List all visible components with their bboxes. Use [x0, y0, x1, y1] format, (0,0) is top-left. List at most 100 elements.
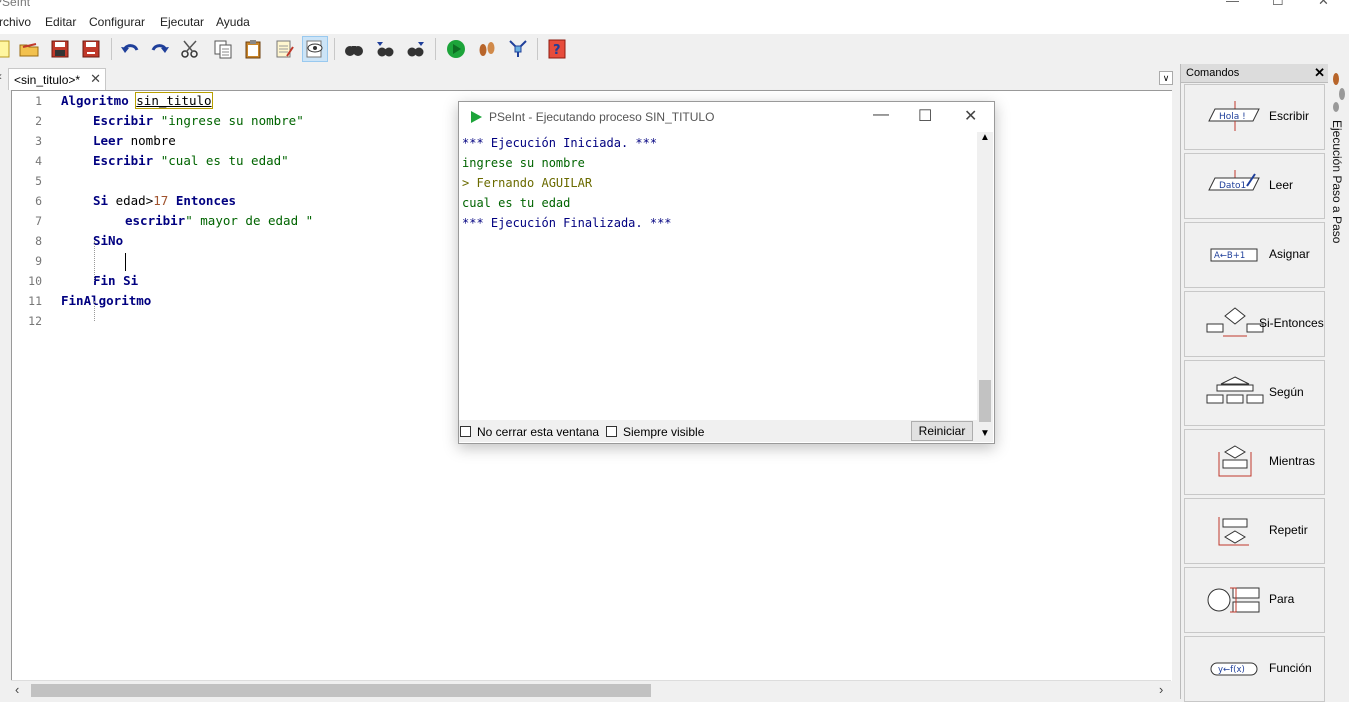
command-funci-n-button[interactable]: y←f(x) Función — [1184, 636, 1325, 702]
line-number: 9 — [35, 254, 42, 268]
console-vertical-scrollbar[interactable]: ▲ ▼ — [977, 132, 993, 442]
run-icon — [471, 111, 482, 123]
open-folder-icon[interactable] — [16, 36, 42, 62]
always-visible-checkbox[interactable] — [606, 426, 617, 437]
command-para-button[interactable]: Para — [1184, 567, 1325, 633]
command-label: Asignar — [1269, 247, 1310, 261]
svg-text:?: ? — [553, 43, 561, 58]
close-icon[interactable]: ✕ — [1318, 0, 1329, 9]
menu-archivo[interactable]: Archivo — [0, 15, 31, 29]
code-text: Fin Si — [93, 273, 139, 288]
step-by-step-side-tab[interactable]: Ejecución Paso a Paso — [1328, 64, 1349, 699]
new-file-icon[interactable] — [0, 36, 16, 62]
help-icon[interactable]: ? — [544, 36, 570, 62]
menu-ejecutar[interactable]: Ejecutar — [160, 15, 204, 29]
command-label: Para — [1269, 592, 1295, 606]
code-text: Escribir "cual es tu edad" — [93, 153, 289, 168]
execution-window: PSeInt - Ejecutando proceso SIN_TITULO —… — [458, 101, 995, 444]
tab-list-dropdown-icon[interactable]: ∨ — [1159, 71, 1173, 85]
no-close-checkbox[interactable] — [460, 426, 471, 437]
find-previous-icon[interactable] — [372, 36, 398, 62]
execution-window-title: PSeInt - Ejecutando proceso SIN_TITULO — [489, 110, 715, 124]
line-number: 4 — [35, 154, 42, 168]
step-by-step-icon[interactable] — [474, 36, 500, 62]
toolbar-separator — [111, 38, 112, 60]
read-icon: Dato1 — [1205, 168, 1265, 204]
redo-icon[interactable] — [147, 36, 173, 62]
maximize-icon[interactable]: ☐ — [1272, 0, 1284, 9]
command-leer-button[interactable]: Dato1 Leer — [1184, 153, 1325, 219]
write-icon: Hola ! — [1205, 99, 1265, 135]
scroll-up-icon[interactable]: ▲ — [980, 132, 990, 143]
maximize-icon[interactable]: ☐ — [918, 106, 932, 126]
indent-guide — [94, 301, 95, 321]
console-line: *** Ejecución Finalizada. *** — [462, 216, 672, 230]
command-asignar-button[interactable]: A←B+1 Asignar — [1184, 222, 1325, 288]
restart-button[interactable]: Reiniciar — [911, 421, 973, 441]
scrollbar-thumb[interactable] — [979, 380, 991, 422]
tab-scroll-left-icon[interactable]: ‹ — [0, 69, 2, 83]
flowchart-icon[interactable] — [505, 36, 531, 62]
save-as-icon[interactable] — [78, 36, 104, 62]
menu-configurar[interactable]: Configurar — [89, 15, 145, 29]
svg-text:Dato1: Dato1 — [1219, 181, 1246, 191]
save-icon[interactable] — [47, 36, 73, 62]
execution-options-bar: No cerrar esta ventana Siempre visible R… — [459, 420, 977, 442]
find-next-icon[interactable] — [403, 36, 429, 62]
repeat-icon — [1205, 513, 1265, 549]
line-number: 3 — [35, 134, 42, 148]
close-tab-icon[interactable]: ✕ — [90, 71, 101, 87]
paste-icon[interactable] — [240, 36, 266, 62]
command-si-entonces-button[interactable]: Si-Entonces — [1184, 291, 1325, 357]
horizontal-scrollbar[interactable]: ‹ › — [11, 680, 1171, 700]
edit-icon[interactable] — [271, 36, 297, 62]
command-mientras-button[interactable]: Mientras — [1184, 429, 1325, 495]
command-label: Según — [1269, 385, 1304, 399]
console-output[interactable]: *** Ejecución Iniciada. *** ingrese su no… — [459, 132, 977, 420]
scroll-right-icon[interactable]: › — [1159, 682, 1163, 697]
close-panel-icon[interactable]: ✕ — [1314, 65, 1325, 81]
indent-guide — [94, 241, 95, 281]
line-number: 5 — [35, 174, 42, 188]
command-escribir-button[interactable]: Hola ! Escribir — [1184, 84, 1325, 150]
tab-sin-titulo[interactable]: <sin_titulo>* ✕ — [8, 68, 106, 90]
command-label: Si-Entonces — [1259, 316, 1324, 330]
command-label: Escribir — [1269, 109, 1310, 123]
line-number: 10 — [28, 274, 42, 288]
inspect-icon[interactable] — [302, 36, 328, 62]
svg-text:y←f(x): y←f(x) — [1218, 665, 1245, 675]
console-line: > Fernando AGUILAR — [462, 176, 593, 190]
commands-title: Comandos — [1186, 67, 1240, 79]
cut-icon[interactable] — [177, 36, 203, 62]
scrollbar-thumb[interactable] — [31, 684, 651, 697]
line-number: 7 — [35, 214, 42, 228]
menu-ayuda[interactable]: Ayuda — [216, 15, 250, 29]
undo-icon[interactable] — [117, 36, 143, 62]
minimize-icon[interactable]: — — [873, 106, 889, 124]
command-label: Repetir — [1269, 523, 1308, 537]
while-icon — [1205, 444, 1265, 480]
copy-icon[interactable] — [210, 36, 236, 62]
toolbar-separator — [334, 38, 335, 60]
commands-header: Comandos ✕ — [1181, 64, 1329, 83]
if-then-icon — [1205, 306, 1265, 342]
console-line: ingrese su nombre — [462, 156, 585, 170]
console-line: *** Ejecución Iniciada. *** — [462, 136, 658, 150]
menu-bar: Archivo Editar Configurar Ejecutar Ayuda — [0, 12, 1349, 34]
menu-editar[interactable]: Editar — [45, 15, 76, 29]
scroll-left-icon[interactable]: ‹ — [15, 682, 19, 697]
svg-text:Hola !: Hola ! — [1219, 112, 1246, 122]
line-number: 1 — [35, 94, 42, 108]
run-icon[interactable] — [443, 36, 469, 62]
line-number: 11 — [28, 294, 42, 308]
toolbar-separator — [435, 38, 436, 60]
command-seg-n-button[interactable]: Según — [1184, 360, 1325, 426]
for-icon — [1205, 582, 1265, 618]
find-icon[interactable] — [341, 36, 367, 62]
assign-icon: A←B+1 — [1205, 237, 1265, 273]
minimize-icon[interactable]: — — [1226, 0, 1239, 8]
close-icon[interactable]: ✕ — [964, 106, 977, 126]
line-number: 6 — [35, 194, 42, 208]
command-repetir-button[interactable]: Repetir — [1184, 498, 1325, 564]
scroll-down-icon[interactable]: ▼ — [980, 428, 990, 439]
